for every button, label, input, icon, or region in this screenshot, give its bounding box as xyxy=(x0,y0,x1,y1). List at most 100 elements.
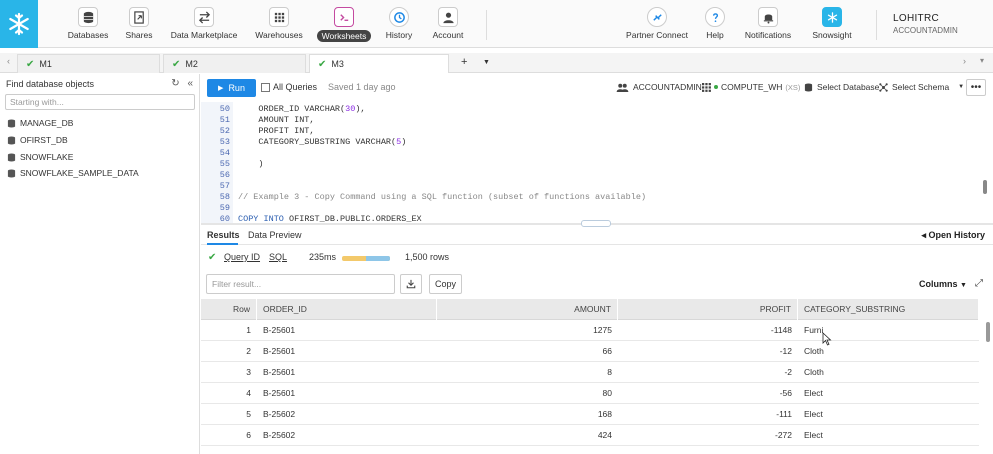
table-cell[interactable]: B-25602 xyxy=(257,404,437,425)
copy-button[interactable]: Copy xyxy=(429,274,462,294)
expand-icon[interactable]: ⤢ xyxy=(975,278,983,289)
table-cell[interactable]: 1275 xyxy=(437,320,618,341)
table-cell[interactable]: 3 xyxy=(201,362,257,383)
table-cell[interactable]: B-25601 xyxy=(257,383,437,404)
table-cell[interactable]: 80 xyxy=(437,383,618,404)
col-header-category-substring[interactable]: CATEGORY_SUBSTRING xyxy=(798,299,979,320)
table-cell[interactable]: Elect xyxy=(798,383,979,404)
code-line[interactable]: 51 AMOUNT INT, xyxy=(201,115,981,126)
code-line[interactable]: 52 PROFIT INT, xyxy=(201,126,981,137)
columns-button[interactable]: Columns ▼ xyxy=(919,279,967,289)
table-cell[interactable]: 424 xyxy=(437,425,618,446)
table-cell[interactable]: B-25601 xyxy=(257,320,437,341)
table-cell[interactable]: 168 xyxy=(437,404,618,425)
filter-result-input[interactable] xyxy=(206,274,395,294)
table-cell[interactable]: 2 xyxy=(201,341,257,362)
refresh-icon[interactable]: ↻ xyxy=(171,78,179,89)
snowflake-logo-icon[interactable] xyxy=(0,0,38,48)
all-queries-toggle[interactable]: All Queries xyxy=(261,82,317,92)
all-queries-checkbox[interactable] xyxy=(261,82,270,92)
nav-data-marketplace[interactable]: Data Marketplace xyxy=(170,0,238,48)
db-item-snowflake[interactable]: SNOWFLAKE xyxy=(7,152,73,162)
table-row[interactable]: 2 B-25601 66 -12 Cloth xyxy=(201,341,979,362)
tab-menu-chevron-down-icon[interactable]: ▼ xyxy=(483,59,490,66)
table-row[interactable]: 4 B-25601 80 -56 Elect xyxy=(201,383,979,404)
nav-snowsight[interactable]: Snowsight xyxy=(810,0,854,48)
code-line[interactable]: 59 xyxy=(201,203,981,214)
tab-data-preview[interactable]: Data Preview xyxy=(248,230,302,240)
query-id-link[interactable]: Query ID xyxy=(224,252,260,262)
table-cell[interactable]: -12 xyxy=(618,341,798,362)
results-scrollbar[interactable] xyxy=(986,322,990,342)
nav-warehouses[interactable]: Warehouses xyxy=(254,0,304,48)
db-item-manage-db[interactable]: MANAGE_DB xyxy=(7,118,73,128)
tab-m3[interactable]: ✔ M3 xyxy=(309,54,449,73)
code-line[interactable]: 53 CATEGORY_SUBSTRING VARCHAR(5) xyxy=(201,137,981,148)
add-tab-icon[interactable]: + xyxy=(461,56,467,68)
run-button[interactable]: ▶ Run xyxy=(207,79,256,97)
nav-shares[interactable]: Shares xyxy=(124,0,154,48)
tab-results[interactable]: Results xyxy=(207,230,240,240)
tab-label: M2 xyxy=(185,59,198,69)
code-line[interactable]: 55 ) xyxy=(201,159,981,170)
sql-editor[interactable]: 50 ORDER_ID VARCHAR(30), 51 AMOUNT INT, 52… xyxy=(201,102,993,224)
user-menu[interactable]: LOHITRC ACCOUNTADMIN xyxy=(893,13,958,35)
table-cell[interactable]: -272 xyxy=(618,425,798,446)
code-line[interactable]: 50 ORDER_ID VARCHAR(30), xyxy=(201,104,981,115)
table-cell[interactable]: 6 xyxy=(201,425,257,446)
nav-worksheets[interactable]: Worksheets xyxy=(316,0,372,48)
code-line[interactable]: 58 // Example 3 - Copy Command using a SQ… xyxy=(201,192,981,203)
table-cell[interactable]: Elect xyxy=(798,425,979,446)
table-cell[interactable]: 4 xyxy=(201,383,257,404)
table-cell[interactable]: -56 xyxy=(618,383,798,404)
table-row[interactable]: 5 B-25602 168 -111 Elect xyxy=(201,404,979,425)
database-selector[interactable]: Select Database xyxy=(804,82,879,92)
nav-databases[interactable]: Databases xyxy=(68,0,108,48)
warehouse-selector[interactable]: COMPUTE_WH (XS) xyxy=(702,82,800,92)
nav-notifications[interactable]: Notifications xyxy=(742,0,794,48)
tab-m1[interactable]: ✔ M1 xyxy=(17,54,160,73)
table-cell[interactable]: 8 xyxy=(437,362,618,383)
schema-selector[interactable]: Select Schema ▼ xyxy=(879,82,964,92)
role-selector[interactable]: ACCOUNTADMIN xyxy=(616,82,702,92)
code-line[interactable]: 56 xyxy=(201,170,981,181)
table-cell[interactable]: Elect xyxy=(798,404,979,425)
tab-scroll-left-icon[interactable]: ‹ xyxy=(7,56,10,66)
open-history-button[interactable]: ◂ Open History xyxy=(921,230,985,241)
table-row[interactable]: 1 B-25601 1275 -1148 Furni xyxy=(201,320,979,341)
editor-scrollbar[interactable] xyxy=(983,180,987,194)
table-row[interactable]: 3 B-25601 8 -2 Cloth xyxy=(201,362,979,383)
col-header-profit[interactable]: PROFIT xyxy=(618,299,798,320)
nav-help[interactable]: Help xyxy=(703,0,727,48)
table-cell[interactable]: -2 xyxy=(618,362,798,383)
nav-partner-connect[interactable]: Partner Connect xyxy=(624,0,690,48)
db-item-ofirst-db[interactable]: OFIRST_DB xyxy=(7,135,68,145)
table-cell[interactable]: B-25601 xyxy=(257,341,437,362)
table-cell[interactable]: 1 xyxy=(201,320,257,341)
tab-list-chevron-down-icon[interactable]: ▾ xyxy=(980,56,984,65)
nav-history[interactable]: History xyxy=(384,0,414,48)
table-cell[interactable]: Cloth xyxy=(798,362,979,383)
db-item-snowflake-sample-data[interactable]: SNOWFLAKE_SAMPLE_DATA xyxy=(7,168,139,178)
col-header-row[interactable]: Row xyxy=(201,299,257,320)
collapse-icon[interactable]: « xyxy=(187,78,193,89)
table-cell[interactable]: B-25602 xyxy=(257,425,437,446)
table-row[interactable]: 6 B-25602 424 -272 Elect xyxy=(201,425,979,446)
more-options-button[interactable]: ••• xyxy=(966,79,986,96)
nav-account[interactable]: Account xyxy=(430,0,466,48)
download-button[interactable] xyxy=(400,274,422,294)
tab-scroll-right-icon[interactable]: › xyxy=(963,56,966,66)
col-header-amount[interactable]: AMOUNT xyxy=(437,299,618,320)
object-search-input[interactable] xyxy=(5,94,195,110)
table-cell[interactable]: -1148 xyxy=(618,320,798,341)
table-cell[interactable]: B-25601 xyxy=(257,362,437,383)
tab-m2[interactable]: ✔ M2 xyxy=(163,54,306,73)
table-cell[interactable]: -111 xyxy=(618,404,798,425)
table-cell[interactable]: 5 xyxy=(201,404,257,425)
nav-label: Warehouses xyxy=(255,30,303,40)
col-header-order-id[interactable]: ORDER_ID xyxy=(257,299,437,320)
code-line[interactable]: 57 xyxy=(201,181,981,192)
table-cell[interactable]: 66 xyxy=(437,341,618,362)
sql-link[interactable]: SQL xyxy=(269,252,287,262)
code-line[interactable]: 54 xyxy=(201,148,981,159)
